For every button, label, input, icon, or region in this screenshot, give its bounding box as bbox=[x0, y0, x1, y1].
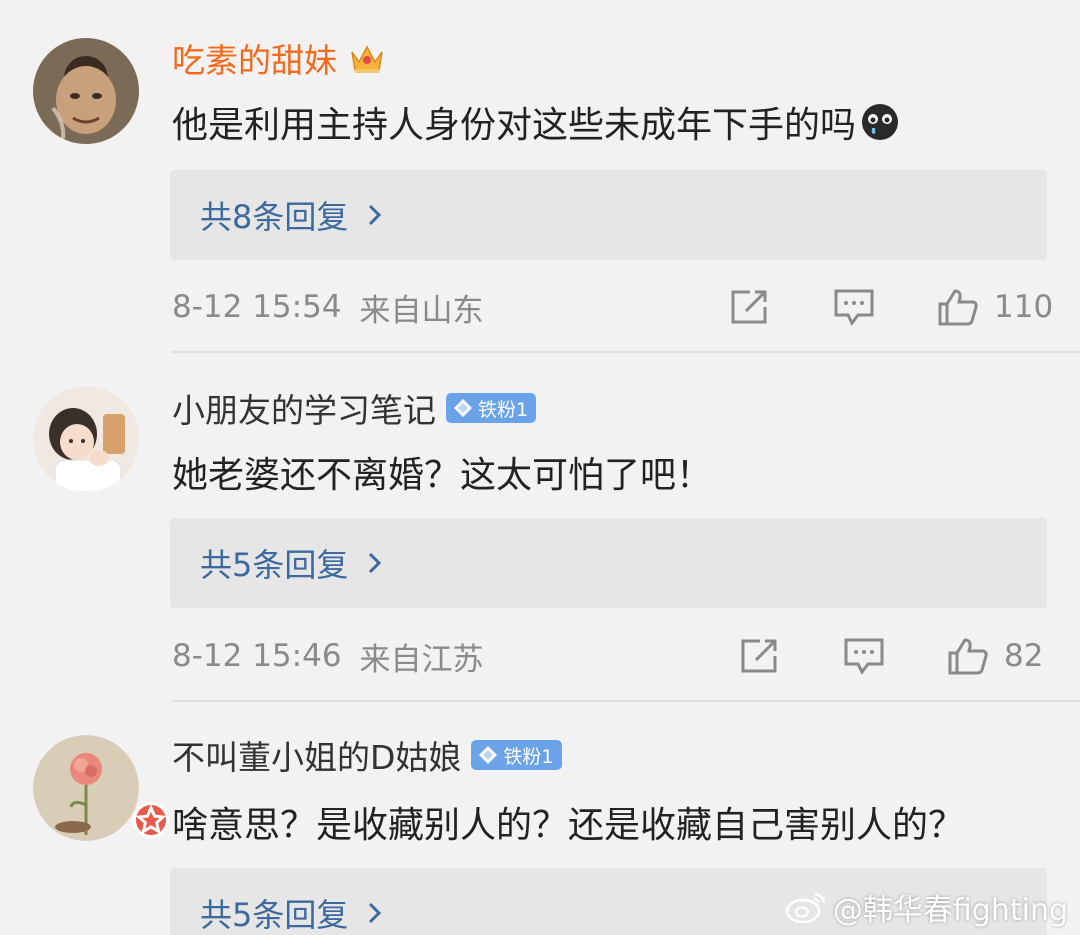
name-row: 小朋友的学习笔记 铁粉1 bbox=[172, 384, 537, 432]
avatar-photo bbox=[33, 38, 139, 144]
timestamp: 8-12 15:54 bbox=[172, 289, 342, 325]
location: 来自江苏 bbox=[359, 641, 484, 678]
watermark: @韩华春fighting bbox=[785, 885, 1068, 929]
comment-text: 她老婆还不离婚？这太可怕了吧！ bbox=[172, 455, 713, 496]
reply-count-label: 共5条回复 bbox=[200, 546, 349, 584]
avatar-photo bbox=[33, 735, 139, 841]
comment-icon bbox=[834, 289, 874, 326]
reply-summary-box[interactable]: 共5条回复 bbox=[170, 518, 1047, 608]
username[interactable]: 不叫董小姐的D姑娘 bbox=[172, 731, 461, 779]
reply-button[interactable] bbox=[842, 631, 886, 681]
comment-text: 他是利用主持人身份对这些未成年下手的吗 bbox=[172, 105, 857, 146]
view-replies-link[interactable]: 共5条回复 bbox=[200, 868, 384, 935]
comment-icon bbox=[844, 638, 884, 675]
like-count: 110 bbox=[994, 289, 1054, 325]
chevron-right-icon bbox=[369, 204, 382, 226]
fan-badge: 铁粉1 bbox=[471, 740, 562, 770]
fan-badge-label: 铁粉1 bbox=[478, 398, 529, 421]
thumbs-up-icon bbox=[948, 638, 988, 675]
share-icon bbox=[741, 639, 777, 673]
crown-icon bbox=[351, 45, 383, 73]
divider bbox=[172, 351, 1080, 353]
share-button[interactable] bbox=[728, 282, 772, 332]
view-replies-link[interactable]: 共8条回复 bbox=[200, 170, 384, 260]
comment-text: 啥意思？是收藏别人的？还是收藏自己害别人的？ bbox=[172, 805, 965, 846]
avatar-photo bbox=[33, 386, 139, 492]
view-replies-link[interactable]: 共5条回复 bbox=[200, 518, 384, 608]
comment-meta: 8-12 15:54 来自山东 bbox=[172, 282, 484, 332]
divider bbox=[172, 700, 1080, 702]
reply-count-label: 共8条回复 bbox=[200, 198, 349, 236]
avatar[interactable] bbox=[33, 735, 169, 841]
reply-button[interactable] bbox=[832, 282, 876, 332]
watermark-text: @韩华春fighting bbox=[832, 893, 1068, 928]
like-count: 82 bbox=[1004, 638, 1044, 674]
comment-text-row: 啥意思？是收藏别人的？还是收藏自己害别人的？ bbox=[172, 796, 964, 848]
verified-star-badge bbox=[133, 802, 169, 838]
like-button[interactable]: 82 bbox=[946, 631, 1043, 681]
share-icon bbox=[731, 290, 767, 324]
reply-count-label: 共5条回复 bbox=[200, 896, 349, 934]
comment-meta: 8-12 15:46 来自江苏 bbox=[172, 631, 484, 681]
weibo-logo-icon bbox=[785, 892, 826, 924]
thumbs-up-icon bbox=[938, 289, 978, 326]
avatar[interactable] bbox=[33, 386, 139, 492]
star-icon bbox=[136, 805, 166, 835]
chevron-right-icon bbox=[369, 552, 382, 574]
username[interactable]: 吃素的甜妹 bbox=[172, 34, 337, 82]
name-row: 不叫董小姐的D姑娘 铁粉1 bbox=[172, 733, 562, 777]
avatar[interactable] bbox=[33, 38, 139, 144]
share-button[interactable] bbox=[738, 631, 782, 681]
reply-summary-box[interactable]: 共8条回复 bbox=[170, 170, 1047, 260]
timestamp: 8-12 15:46 bbox=[172, 638, 342, 674]
like-button[interactable]: 110 bbox=[936, 282, 1053, 332]
comment-text-row: 她老婆还不离婚？这太可怕了吧！ bbox=[172, 446, 712, 498]
diamond-icon bbox=[454, 399, 472, 417]
name-row: 吃素的甜妹 bbox=[172, 36, 387, 80]
username[interactable]: 小朋友的学习笔记 bbox=[172, 384, 436, 432]
diamond-icon bbox=[479, 746, 498, 764]
crying-emoji-icon bbox=[862, 104, 899, 140]
fan-badge-label: 铁粉1 bbox=[503, 745, 554, 768]
location: 来自山东 bbox=[359, 292, 484, 329]
chevron-right-icon bbox=[369, 902, 382, 924]
comment-text-row: 他是利用主持人身份对这些未成年下手的吗 bbox=[172, 96, 900, 148]
fan-badge: 铁粉1 bbox=[446, 393, 537, 423]
